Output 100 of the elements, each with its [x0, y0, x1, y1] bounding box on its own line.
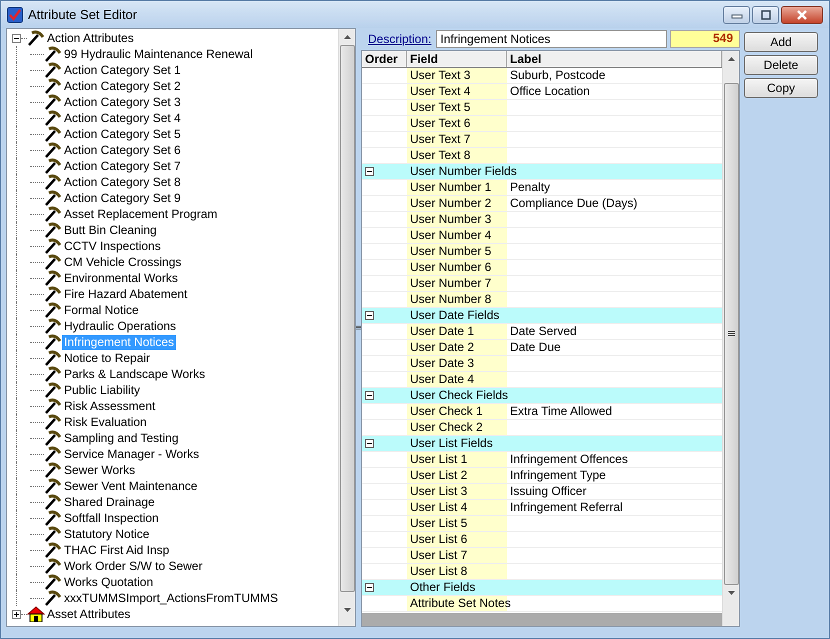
minimize-button[interactable]: [723, 6, 750, 24]
tree-item[interactable]: Action Category Set 2: [62, 78, 183, 94]
pickaxe-icon: [44, 286, 62, 302]
tree-item[interactable]: xxxTUMMSImport_ActionsFromTUMMS: [62, 590, 280, 606]
pickaxe-icon: [44, 254, 62, 270]
scrollbar[interactable]: [722, 51, 739, 626]
field-cell: User Date 3: [407, 356, 507, 371]
pickaxe-icon: [44, 334, 62, 350]
tree-item[interactable]: Risk Evaluation: [62, 414, 149, 430]
tree-item[interactable]: Asset Attributes: [45, 606, 132, 622]
group-title: User Date Fields: [409, 308, 500, 323]
expander-icon[interactable]: [12, 610, 21, 618]
field-cell: User Number 4: [407, 228, 507, 243]
field-cell: User Date 2: [407, 340, 507, 355]
column-header[interactable]: Field: [407, 51, 507, 67]
tree-item[interactable]: Action Category Set 9: [62, 190, 183, 206]
pickaxe-icon: [44, 110, 62, 126]
group-row[interactable]: User List Fields: [362, 436, 722, 452]
tree-item[interactable]: Action Category Set 1: [62, 62, 183, 78]
collapse-icon[interactable]: [365, 439, 374, 448]
tree-item[interactable]: Shared Drainage: [62, 494, 157, 510]
splitter-grip-icon[interactable]: [356, 324, 361, 330]
tree-item[interactable]: Action Category Set 7: [62, 158, 183, 174]
column-header[interactable]: Order: [362, 51, 407, 67]
pickaxe-icon: [44, 238, 62, 254]
pickaxe-icon: [44, 398, 62, 414]
field-cell: User List 3: [407, 484, 507, 499]
pickaxe-icon: [44, 590, 62, 606]
description-field[interactable]: Infringement Notices: [436, 30, 668, 48]
tree-item[interactable]: Action Category Set 5: [62, 126, 183, 142]
tree-item[interactable]: Statutory Notice: [62, 526, 152, 542]
tree-item[interactable]: Butt Bin Cleaning: [62, 222, 159, 238]
tree-item[interactable]: Softfall Inspection: [62, 510, 161, 526]
tree-item[interactable]: Sampling and Testing: [62, 430, 181, 446]
tree-item[interactable]: Formal Notice: [62, 302, 141, 318]
field-cell: User List 5: [407, 516, 507, 531]
group-row[interactable]: User Check Fields: [362, 388, 722, 404]
tree-item[interactable]: Action Attributes: [45, 30, 136, 46]
tree-item[interactable]: Service Manager - Works: [62, 446, 202, 462]
pickaxe-icon: [44, 78, 62, 94]
tree-item[interactable]: Action Category Set 4: [62, 110, 183, 126]
tree-item[interactable]: THAC First Aid Insp: [62, 542, 172, 558]
collapse-icon[interactable]: [365, 167, 374, 176]
tree-item[interactable]: Sewer Vent Maintenance: [62, 478, 200, 494]
group-title: User Number Fields: [409, 164, 517, 179]
tree-item[interactable]: Sewer Works: [62, 462, 138, 478]
tree-item[interactable]: 99 Hydraulic Maintenance Renewal: [62, 46, 255, 62]
pickaxe-icon: [44, 478, 62, 494]
tree-item[interactable]: Work Order S/W to Sewer: [62, 558, 204, 574]
tree-item[interactable]: Asset Replacement Program: [62, 206, 220, 222]
action-button[interactable]: Add: [744, 32, 818, 52]
tree-item[interactable]: Works Quotation: [62, 574, 156, 590]
close-button[interactable]: [781, 6, 823, 24]
label-cell-text: Compliance Due (Days): [509, 196, 638, 211]
scroll-up-icon[interactable]: [728, 57, 734, 61]
pickaxe-icon: [44, 350, 62, 366]
group-row[interactable]: User Date Fields: [362, 308, 722, 324]
group-row[interactable]: Other Fields: [362, 580, 722, 596]
action-button[interactable]: Copy: [744, 78, 818, 98]
checkbox-app-icon: [7, 6, 23, 22]
scroll-down-icon[interactable]: [344, 608, 350, 612]
tree-item[interactable]: Hydraulic Operations: [62, 318, 178, 334]
tree-item[interactable]: Action Category Set 8: [62, 174, 183, 190]
field-cell: User Number 2: [407, 196, 507, 211]
tree-item[interactable]: Notice to Repair: [62, 350, 152, 366]
collapse-icon[interactable]: [365, 311, 374, 320]
tree-item[interactable]: Action Category Set 6: [62, 142, 183, 158]
pickaxe-icon: [44, 206, 62, 222]
tree-item[interactable]: Action Category Set 3: [62, 94, 183, 110]
scroll-down-icon[interactable]: [728, 591, 734, 595]
pickaxe-icon: [44, 270, 62, 286]
expander-icon[interactable]: [12, 34, 21, 42]
maximize-icon: [760, 10, 772, 20]
collapse-icon[interactable]: [365, 583, 374, 592]
tree-item[interactable]: Public Liability: [62, 382, 142, 398]
field-cell: User Text 7: [407, 132, 507, 147]
collapse-icon[interactable]: [365, 391, 374, 400]
field-cell: User Number 5: [407, 244, 507, 259]
scroll-up-icon[interactable]: [344, 35, 350, 39]
tree-item[interactable]: Risk Assessment: [62, 398, 158, 414]
pickaxe-icon: [44, 142, 62, 158]
field-cell: User Text 3: [407, 68, 507, 83]
label-cell-text: Extra Time Allowed: [509, 404, 614, 419]
group-title: User List Fields: [409, 436, 493, 451]
tree-item[interactable]: Fire Hazard Abatement: [62, 286, 190, 302]
tree-item[interactable]: CM Vehicle Crossings: [62, 254, 184, 270]
pickaxe-icon: [27, 30, 45, 46]
pickaxe-icon: [44, 46, 62, 62]
scrollbar[interactable]: [338, 29, 355, 626]
tree-item[interactable]: Parks & Landscape Works: [62, 366, 208, 382]
label-cell-text: Suburb, Postcode: [509, 68, 606, 83]
field-cell: User Number 7: [407, 276, 507, 291]
grip-icon[interactable]: [728, 331, 734, 337]
tree-item[interactable]: Environmental Works: [62, 270, 180, 286]
action-button[interactable]: Delete: [744, 55, 818, 75]
tree-item[interactable]: CCTV Inspections: [62, 238, 163, 254]
group-row[interactable]: User Number Fields: [362, 164, 722, 180]
pickaxe-icon: [44, 446, 62, 462]
maximize-button[interactable]: [752, 6, 779, 24]
pickaxe-icon: [44, 318, 62, 334]
